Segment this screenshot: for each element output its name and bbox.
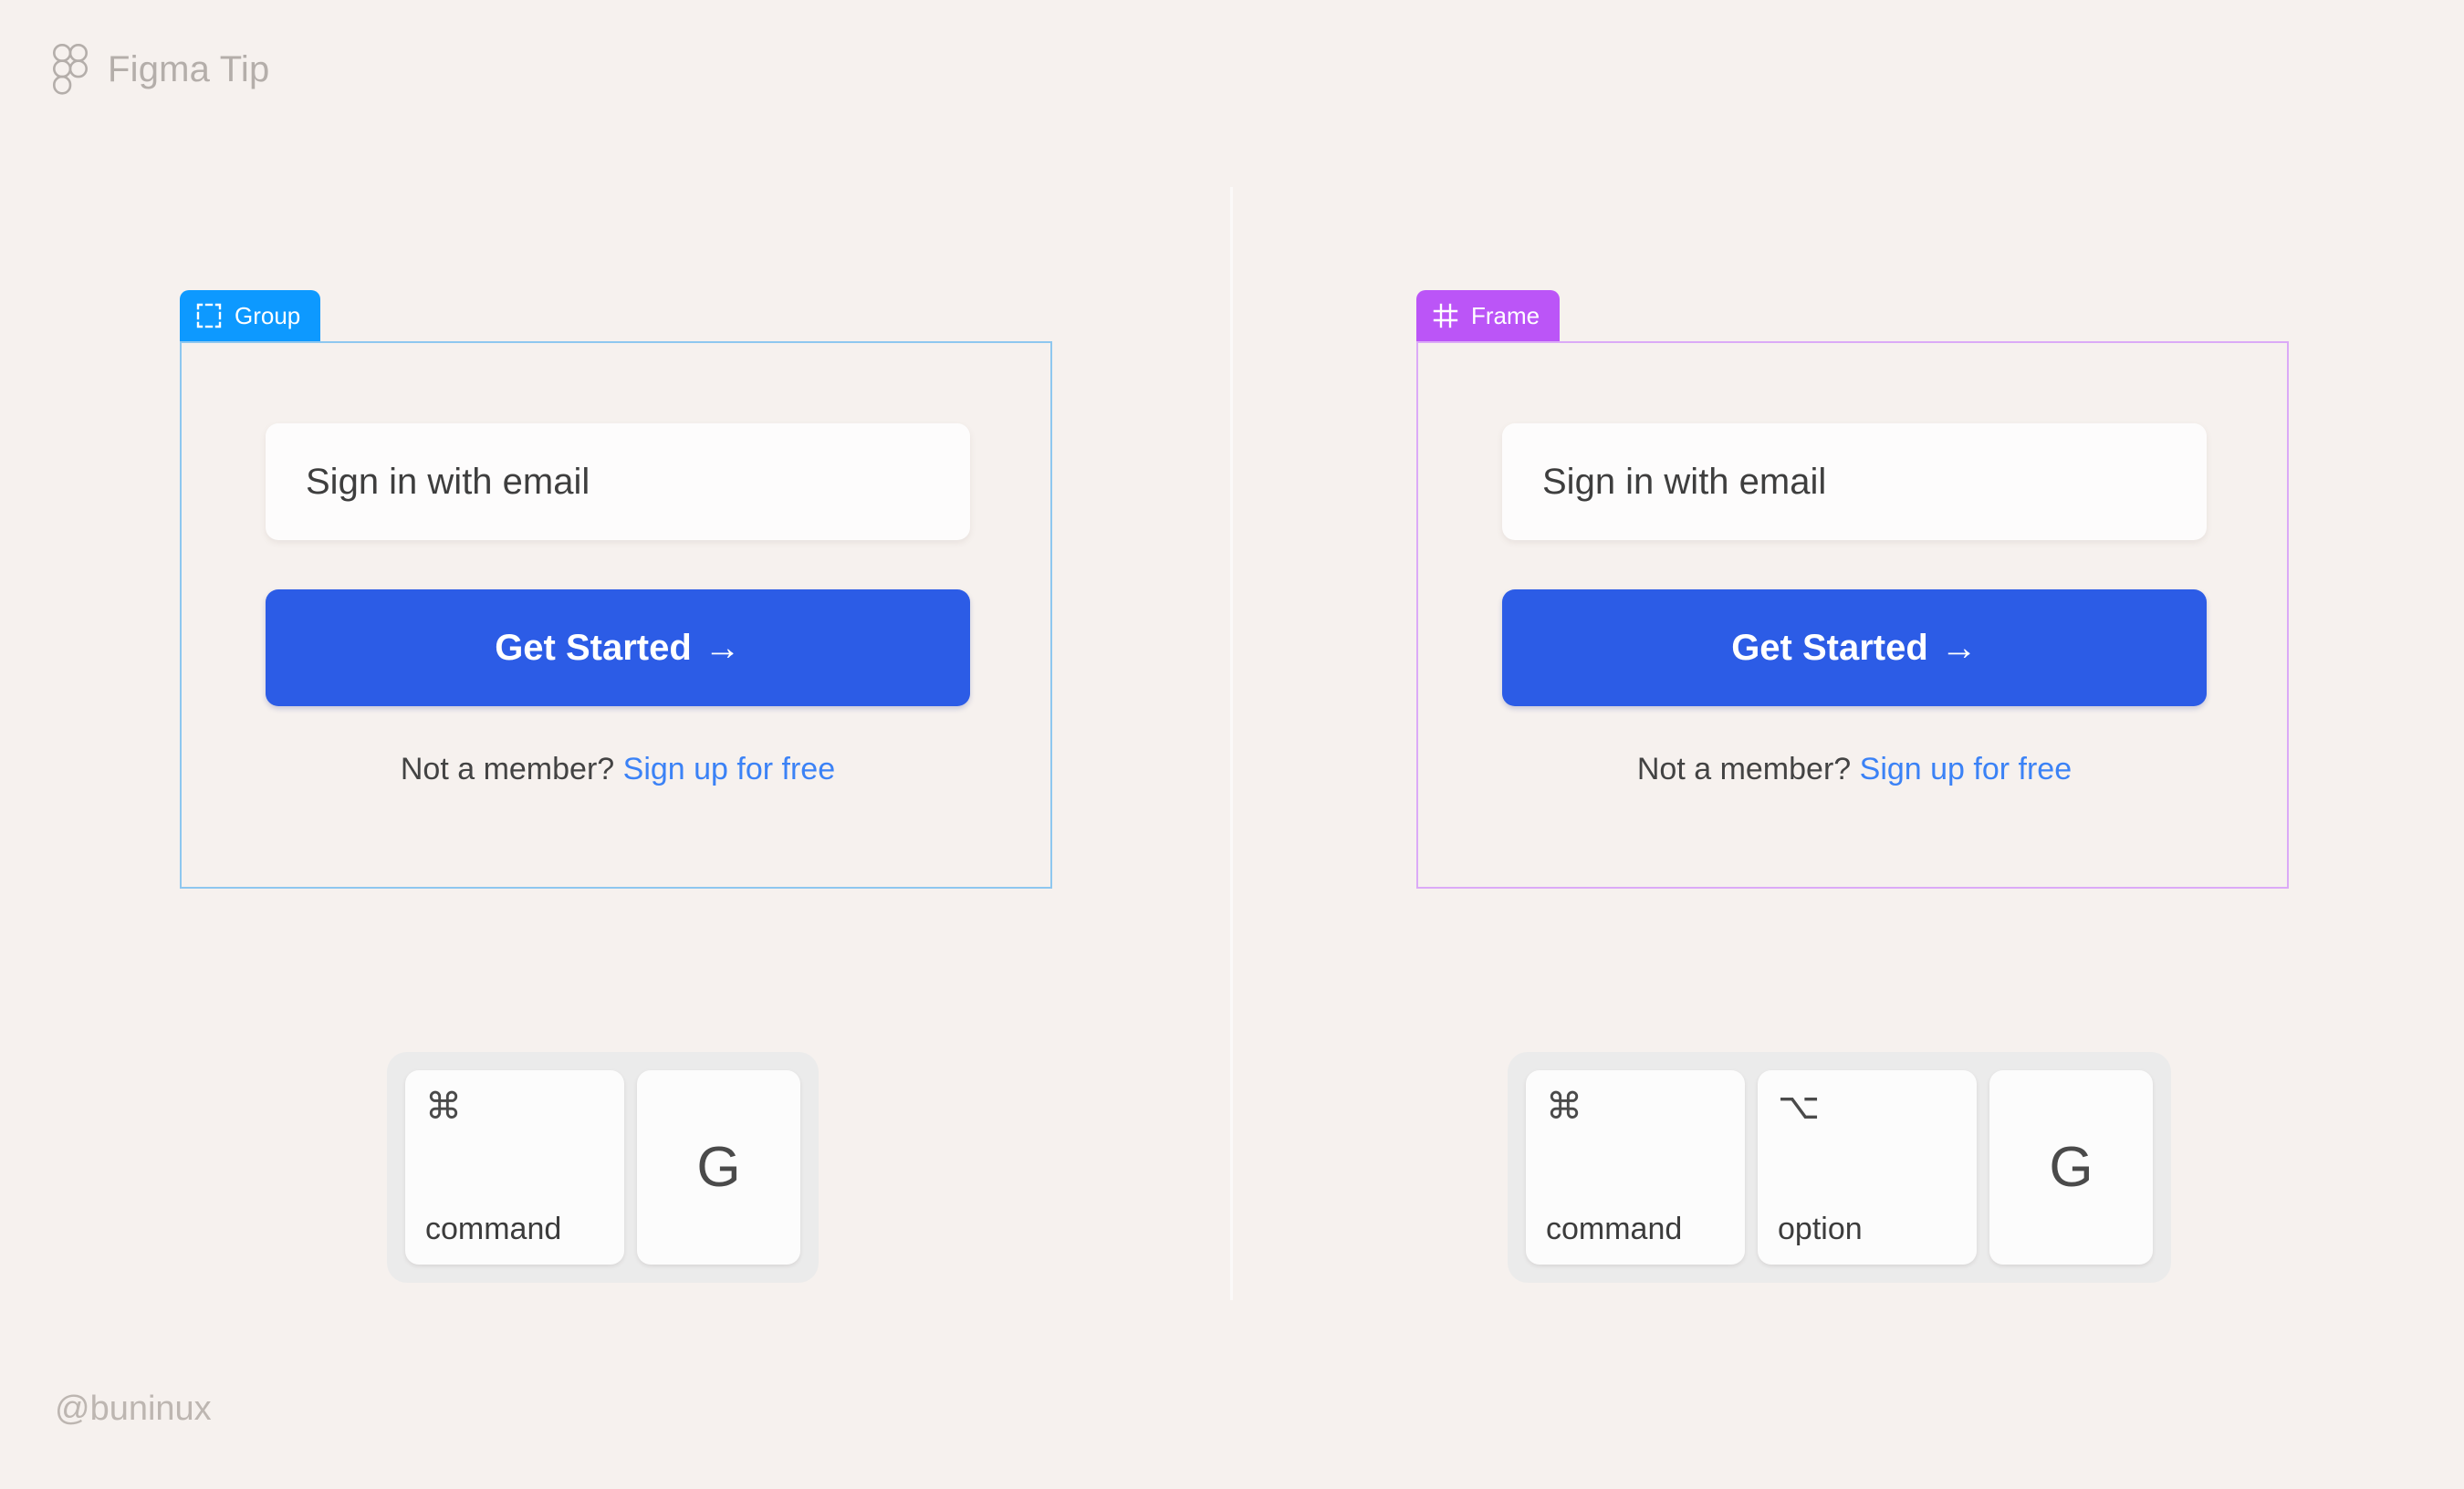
group-member-question: Not a member? xyxy=(400,752,615,786)
frame-hash-icon xyxy=(1433,303,1458,328)
frame-get-started-label: Get Started xyxy=(1731,628,1928,668)
key-g-label: G xyxy=(2049,1135,2093,1199)
frame-signup-link[interactable]: Sign up for free xyxy=(1860,752,2072,786)
command-symbol-icon: ⌘ xyxy=(1546,1087,1582,1127)
group-member-line: Not a member? Sign up for free xyxy=(266,754,970,785)
group-card-outline: Sign in with email Get Started → Not a m… xyxy=(180,341,1052,889)
page-header: Figma Tip xyxy=(53,44,269,95)
group-badge-label: Group xyxy=(235,301,301,329)
frame-card-outline: Sign in with email Get Started → Not a m… xyxy=(1416,341,2289,889)
frame-member-question: Not a member? xyxy=(1636,752,1852,786)
frame-shortcut-keys: ⌘ command ⌥ option G xyxy=(1508,1052,2171,1283)
figma-logo-icon xyxy=(53,44,88,95)
dashed-selection-square-icon xyxy=(196,303,222,328)
key-option-label: option xyxy=(1778,1212,1863,1246)
key-option[interactable]: ⌥ option xyxy=(1758,1070,1977,1265)
frame-panel: Frame Sign in with email Get Started → N… xyxy=(1416,290,2289,889)
group-shortcut-keys: ⌘ command G xyxy=(387,1052,819,1283)
key-command[interactable]: ⌘ command xyxy=(1526,1070,1745,1265)
group-email-input[interactable]: Sign in with email xyxy=(266,423,970,540)
key-g-label: G xyxy=(696,1135,741,1199)
frame-member-line: Not a member? Sign up for free xyxy=(1502,754,2207,785)
vertical-divider xyxy=(1230,187,1233,1300)
command-symbol-icon: ⌘ xyxy=(425,1087,462,1127)
frame-badge[interactable]: Frame xyxy=(1416,290,1561,341)
key-command-label: command xyxy=(425,1212,562,1246)
key-command-label: command xyxy=(1546,1212,1683,1246)
frame-email-input[interactable]: Sign in with email xyxy=(1502,423,2207,540)
key-g[interactable]: G xyxy=(1989,1070,2153,1265)
option-symbol-icon: ⌥ xyxy=(1778,1087,1821,1127)
frame-get-started-button[interactable]: Get Started → xyxy=(1502,589,2207,706)
arrow-right-icon: → xyxy=(1940,628,1978,668)
group-email-input-value: Sign in with email xyxy=(306,462,590,502)
group-card-content: Sign in with email Get Started → Not a m… xyxy=(266,423,970,785)
group-panel: Group Sign in with email Get Started → N… xyxy=(180,290,1052,889)
frame-badge-label: Frame xyxy=(1471,301,1540,329)
frame-card-content: Sign in with email Get Started → Not a m… xyxy=(1502,423,2207,785)
group-get-started-button[interactable]: Get Started → xyxy=(266,589,970,706)
arrow-right-icon: → xyxy=(704,628,741,668)
frame-email-input-value: Sign in with email xyxy=(1542,462,1827,502)
watermark-handle: @buninux xyxy=(55,1390,212,1428)
group-signup-link[interactable]: Sign up for free xyxy=(623,752,835,786)
group-badge[interactable]: Group xyxy=(180,290,321,341)
key-command[interactable]: ⌘ command xyxy=(405,1070,624,1265)
key-g[interactable]: G xyxy=(637,1070,800,1265)
page-title: Figma Tip xyxy=(108,49,270,89)
group-get-started-label: Get Started xyxy=(495,628,692,668)
